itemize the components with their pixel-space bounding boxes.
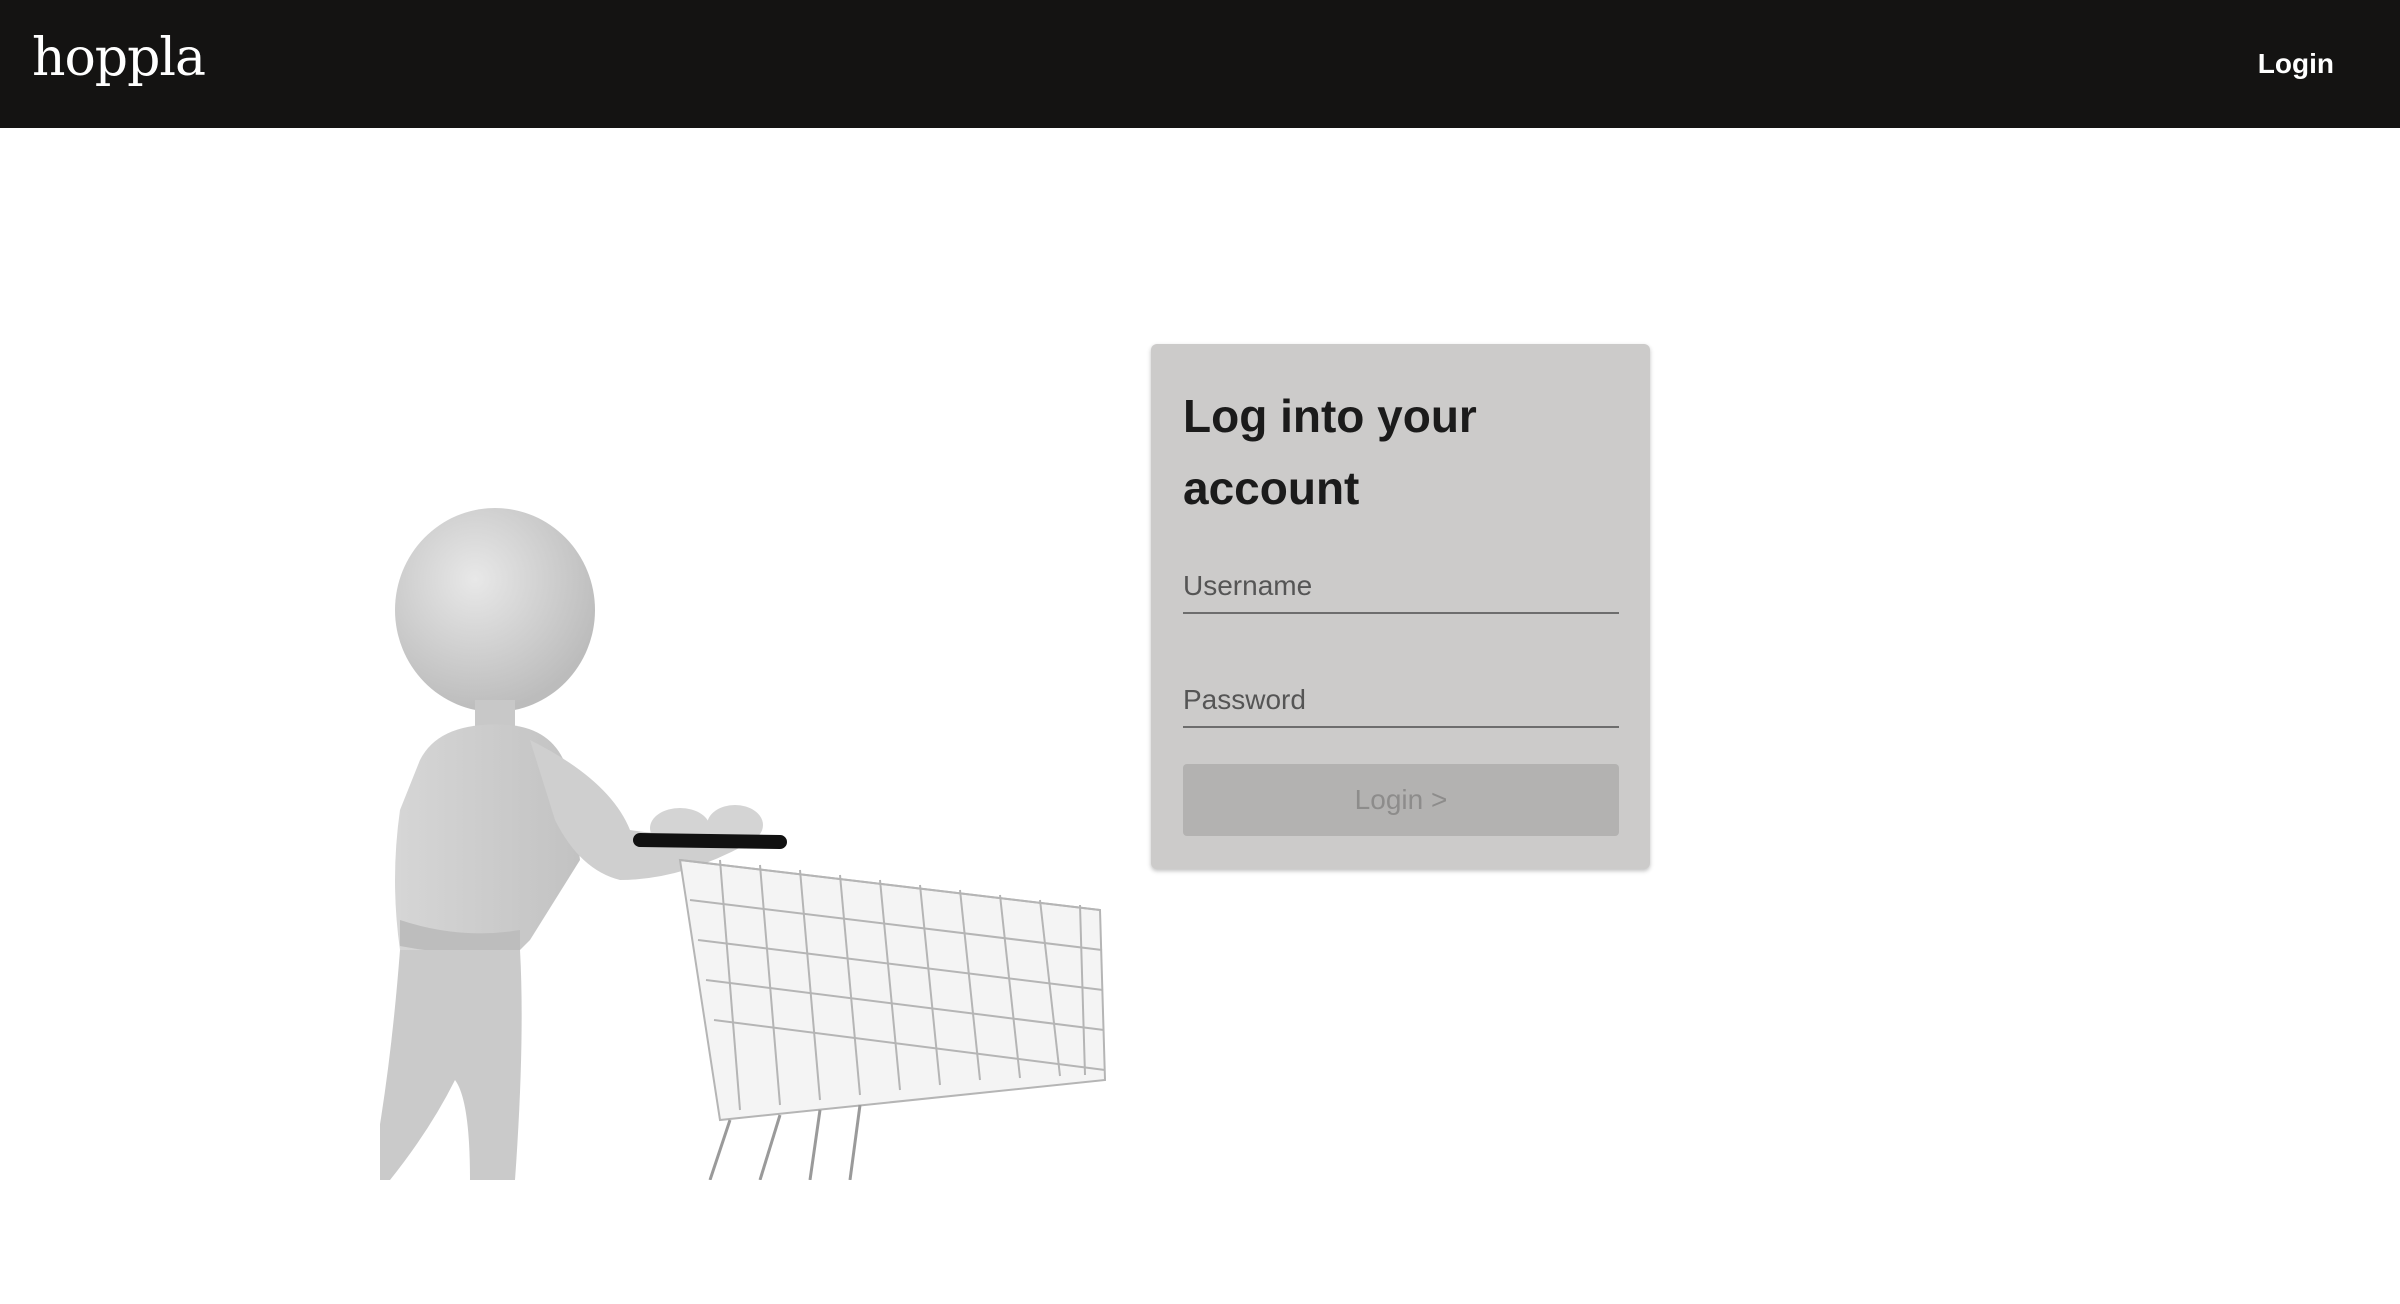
password-field <box>1183 674 1619 728</box>
login-card-title: Log into your account <box>1183 390 1477 514</box>
username-input[interactable] <box>1183 560 1619 612</box>
hoppla-logo[interactable]: hoppla <box>32 22 206 94</box>
header-login-link[interactable]: Login <box>2234 36 2358 92</box>
top-navigation-bar: hoppla Login <box>0 0 2400 128</box>
login-submit-button[interactable]: Login > <box>1183 764 1619 836</box>
password-input[interactable] <box>1183 674 1619 726</box>
username-field <box>1183 560 1619 614</box>
login-card: Log into your account Login > <box>1151 344 1650 869</box>
person-shopping-cart-illustration <box>380 508 1107 1180</box>
